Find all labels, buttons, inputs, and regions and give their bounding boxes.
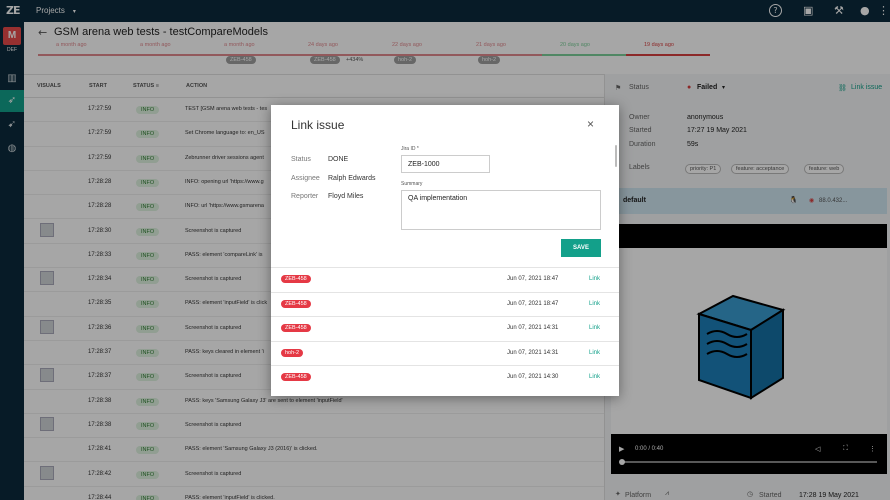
issue-row: hoh-2 Jun 07, 2021 14:31 Link bbox=[271, 340, 619, 365]
dialog-title: Link issue bbox=[291, 118, 345, 132]
assignee-value: Ralph Edwards bbox=[328, 175, 376, 182]
issue-row: ZEB-458 Jun 07, 2021 18:47 Link bbox=[271, 267, 619, 292]
issue-link-button[interactable]: Link bbox=[589, 374, 600, 380]
close-icon[interactable]: × bbox=[587, 117, 594, 131]
issue-badge: ZEB-458 bbox=[281, 299, 311, 308]
issue-row: ZEB-458 Jun 07, 2021 14:30 Link bbox=[271, 365, 619, 390]
issue-badge: hoh-2 bbox=[281, 348, 304, 357]
summary-input[interactable]: QA implementation bbox=[401, 190, 601, 230]
jira-id-input[interactable] bbox=[401, 155, 490, 173]
issue-link-button[interactable]: Link bbox=[589, 276, 600, 282]
issue-status-label: Status bbox=[291, 156, 311, 163]
issue-link-button[interactable]: Link bbox=[589, 301, 600, 307]
link-issue-dialog: Link issue × Status DONE Assignee Ralph … bbox=[271, 105, 619, 396]
reporter-value: Floyd Miles bbox=[328, 193, 364, 200]
issue-date: Jun 07, 2021 14:30 bbox=[507, 374, 559, 380]
reporter-label: Reporter bbox=[291, 193, 319, 200]
issue-badge: ZEB-458 bbox=[281, 275, 311, 283]
jira-id-label: Jira ID * bbox=[401, 146, 419, 152]
issue-link-button[interactable]: Link bbox=[589, 350, 600, 356]
issue-link-button[interactable]: Link bbox=[589, 325, 600, 331]
issue-row: ZEB-458 Jun 07, 2021 18:47 Link bbox=[271, 291, 619, 316]
issue-date: Jun 07, 2021 14:31 bbox=[507, 325, 559, 331]
issue-status-value: DONE bbox=[328, 156, 349, 163]
issue-date: Jun 07, 2021 18:47 bbox=[507, 300, 559, 307]
issue-badge: ZEB-458 bbox=[281, 373, 311, 381]
assignee-label: Assignee bbox=[291, 175, 320, 182]
issue-row: ZEB-458 Jun 07, 2021 14:31 Link bbox=[271, 316, 619, 341]
dialog-scrollbar[interactable] bbox=[615, 145, 617, 167]
save-button[interactable]: SAVE bbox=[561, 239, 601, 257]
issue-badge: ZEB-458 bbox=[281, 324, 311, 332]
summary-label: Summary bbox=[401, 181, 423, 187]
issue-date: Jun 07, 2021 18:47 bbox=[507, 276, 559, 282]
issue-date: Jun 07, 2021 14:31 bbox=[507, 349, 559, 356]
